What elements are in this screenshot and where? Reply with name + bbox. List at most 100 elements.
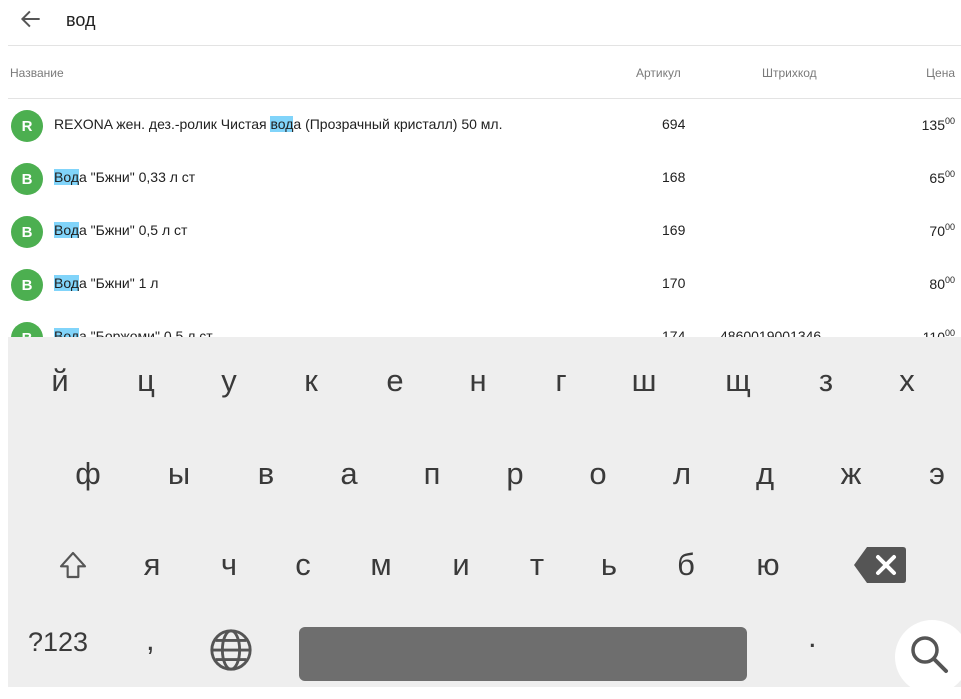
- product-price: 8000: [929, 275, 955, 292]
- name-match: Вод: [54, 222, 79, 238]
- backspace-key[interactable]: [848, 535, 912, 595]
- name-post: а "Бжни" 1 л: [79, 275, 159, 291]
- name-match: вод: [270, 116, 294, 132]
- key-2-7[interactable]: о: [566, 444, 630, 504]
- price-value: 80: [929, 276, 945, 292]
- product-name: REXONA жен. дез.-ролик Чистая вода (Проз…: [54, 116, 503, 132]
- key-3-9[interactable]: ю: [736, 535, 800, 595]
- product-article: 694: [662, 116, 686, 132]
- key-1-8[interactable]: ш: [612, 351, 676, 411]
- avatar: В: [11, 269, 43, 301]
- key-2-9[interactable]: д: [733, 444, 797, 504]
- name-post: а "Бжни" 0,33 л ст: [79, 169, 196, 185]
- name-match: Вод: [54, 328, 79, 337]
- product-name: Вода "Бжни" 1 л: [54, 275, 158, 291]
- globe-icon: [210, 629, 252, 671]
- price-value: 70: [929, 223, 945, 239]
- price-value: 110: [922, 329, 945, 337]
- price-cents: 00: [944, 169, 955, 179]
- table-row[interactable]: В Вода "Боржоми" 0,5 л ст 174 4860019001…: [0, 311, 961, 337]
- column-barcode[interactable]: Штрихкод: [762, 66, 817, 80]
- search-key[interactable]: [895, 620, 961, 694]
- name-post: а "Боржоми" 0,5 л ст: [79, 328, 213, 337]
- table-row[interactable]: R REXONA жен. дез.-ролик Чистая вода (Пр…: [0, 99, 961, 152]
- product-list: R REXONA жен. дез.-ролик Чистая вода (Пр…: [0, 99, 961, 337]
- key-1-10[interactable]: з: [794, 351, 858, 411]
- price-value: 65: [929, 170, 945, 186]
- key-2-3[interactable]: в: [234, 444, 298, 504]
- table-row[interactable]: В Вода "Бжни" 0,33 л ст 168 6500: [0, 152, 961, 205]
- key-3-3[interactable]: с: [271, 535, 335, 595]
- column-article[interactable]: Артикул: [636, 66, 681, 80]
- product-name: Вода "Бжни" 0,5 л ст: [54, 222, 187, 238]
- name-post: а (Прозрачный кристалл) 50 мл.: [293, 116, 503, 132]
- back-arrow-icon[interactable]: [18, 6, 44, 32]
- table-row[interactable]: В Вода "Бжни" 1 л 170 8000: [0, 258, 961, 311]
- key-2-5[interactable]: п: [400, 444, 464, 504]
- product-price: 7000: [929, 222, 955, 239]
- period-key[interactable]: .: [808, 619, 817, 655]
- column-price[interactable]: Цена: [926, 66, 955, 80]
- product-article: 174: [662, 328, 686, 337]
- product-price: 11000: [923, 328, 955, 337]
- avatar: R: [11, 110, 43, 142]
- avatar: В: [11, 216, 43, 248]
- comma-key[interactable]: ,: [146, 622, 155, 658]
- product-article: 170: [662, 275, 686, 291]
- key-3-4[interactable]: м: [349, 535, 413, 595]
- price-value: 135: [921, 117, 945, 133]
- avatar: В: [11, 322, 43, 337]
- key-1-9[interactable]: щ: [706, 351, 770, 411]
- name-pre: REXONA жен. дез.-ролик Чистая: [54, 116, 271, 132]
- top-bar: вод: [0, 0, 961, 45]
- key-2-2[interactable]: ы: [147, 444, 211, 504]
- key-2-10[interactable]: ж: [819, 444, 883, 504]
- price-cents: 00: [944, 222, 955, 232]
- language-key[interactable]: [208, 627, 254, 673]
- key-1-1[interactable]: й: [28, 351, 92, 411]
- product-name: Вода "Боржоми" 0,5 л ст: [54, 328, 213, 337]
- key-3-7[interactable]: ь: [577, 535, 641, 595]
- key-2-1[interactable]: ф: [56, 444, 120, 504]
- key-1-4[interactable]: к: [279, 351, 343, 411]
- table-row[interactable]: В Вода "Бжни" 0,5 л ст 169 7000: [0, 205, 961, 258]
- key-1-3[interactable]: у: [197, 351, 261, 411]
- price-cents: 00: [944, 328, 955, 337]
- name-post: а "Бжни" 0,5 л ст: [79, 222, 188, 238]
- key-2-6[interactable]: р: [483, 444, 547, 504]
- product-barcode: 4860019001346: [720, 328, 822, 337]
- key-1-2[interactable]: ц: [114, 351, 178, 411]
- product-article: 168: [662, 169, 686, 185]
- space-bar[interactable]: [299, 627, 747, 681]
- product-price: 13500: [922, 116, 955, 133]
- column-name[interactable]: Название: [10, 66, 64, 80]
- price-cents: 00: [944, 275, 955, 285]
- key-1-11[interactable]: х: [875, 351, 939, 411]
- backspace-icon: [854, 547, 906, 583]
- key-3-6[interactable]: т: [505, 535, 569, 595]
- key-1-5[interactable]: е: [363, 351, 427, 411]
- shift-key[interactable]: [41, 535, 105, 595]
- key-3-1[interactable]: я: [120, 535, 184, 595]
- search-icon: [911, 636, 948, 673]
- key-2-8[interactable]: л: [650, 444, 714, 504]
- table-header: Название Артикул Штрихкод Цена: [0, 46, 961, 98]
- name-match: Вод: [54, 275, 79, 291]
- search-query[interactable]: вод: [66, 10, 95, 31]
- key-1-6[interactable]: н: [446, 351, 510, 411]
- product-price: 6500: [929, 169, 955, 186]
- price-cents: 00: [944, 116, 955, 126]
- product-name: Вода "Бжни" 0,33 л ст: [54, 169, 195, 185]
- key-3-5[interactable]: и: [429, 535, 493, 595]
- product-article: 169: [662, 222, 686, 238]
- symbols-key[interactable]: ?123: [28, 627, 88, 658]
- on-screen-keyboard: й ц у к е н г ш щ з х ф ы в а п р о л д …: [8, 337, 961, 694]
- shift-icon: [59, 551, 87, 579]
- name-match: Вод: [54, 169, 79, 185]
- key-2-11[interactable]: э: [905, 444, 961, 504]
- key-1-7[interactable]: г: [529, 351, 593, 411]
- key-3-8[interactable]: б: [654, 535, 718, 595]
- key-2-4[interactable]: а: [317, 444, 381, 504]
- key-3-2[interactable]: ч: [197, 535, 261, 595]
- avatar: В: [11, 163, 43, 195]
